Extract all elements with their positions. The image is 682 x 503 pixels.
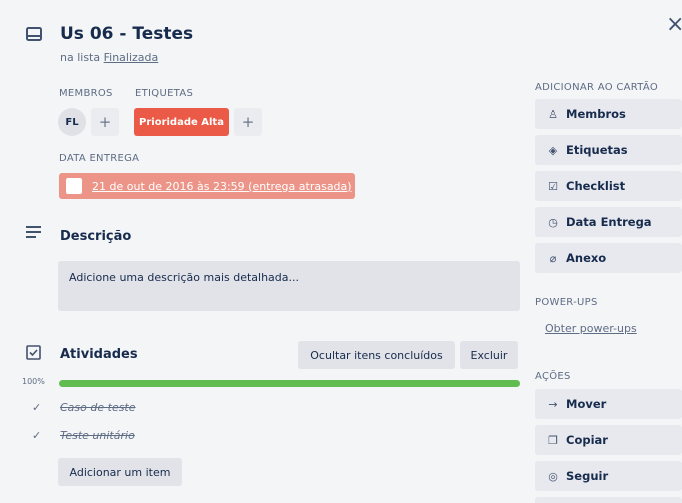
due-complete-checkbox[interactable] bbox=[66, 178, 82, 194]
checklist-icon bbox=[26, 345, 41, 360]
delete-checklist-button[interactable]: Excluir bbox=[460, 341, 518, 369]
avatar[interactable]: FL bbox=[58, 108, 86, 136]
add-to-card-heading: ADICIONAR AO CARTÃO bbox=[535, 82, 659, 93]
description-heading: Descrição bbox=[60, 229, 132, 244]
follow-button-label: Seguir bbox=[566, 469, 609, 483]
attachment-button[interactable]: ⌀ Anexo bbox=[535, 243, 682, 273]
due-date-button-label: Data Entrega bbox=[566, 215, 652, 229]
copy-button-label: Copiar bbox=[566, 433, 608, 447]
follow-button[interactable]: ◎ Seguir bbox=[535, 461, 682, 491]
clock-icon: ◷ bbox=[548, 215, 558, 229]
members-label: MEMBROS bbox=[59, 88, 113, 99]
person-icon: ♙ bbox=[548, 107, 558, 121]
list-link[interactable]: Finalizada bbox=[104, 51, 159, 64]
checklist-heading[interactable]: Atividades bbox=[60, 347, 138, 362]
progress-fill bbox=[59, 380, 520, 387]
progress-bar bbox=[59, 380, 520, 387]
list-info: na lista Finalizada bbox=[60, 51, 158, 64]
list-prefix: na lista bbox=[60, 51, 104, 64]
hide-checked-items-button[interactable]: Ocultar itens concluídos bbox=[298, 341, 455, 369]
labels-button-label: Etiquetas bbox=[566, 143, 628, 157]
paperclip-icon: ⌀ bbox=[549, 251, 557, 265]
description-input[interactable]: Adicione uma descrição mais detalhada... bbox=[58, 261, 520, 311]
arrow-right-icon: → bbox=[548, 397, 558, 411]
move-button[interactable]: → Mover bbox=[535, 389, 682, 419]
copy-icon: ❐ bbox=[548, 433, 558, 447]
add-label-button[interactable]: + bbox=[234, 108, 262, 136]
checklist-button-label: Checklist bbox=[566, 179, 626, 193]
attachment-button-label: Anexo bbox=[566, 251, 607, 265]
copy-button[interactable]: ❐ Copiar bbox=[535, 425, 682, 455]
tag-icon: ◈ bbox=[548, 143, 558, 157]
members-button-label: Membros bbox=[566, 107, 626, 121]
checkbox-icon: ☑ bbox=[548, 179, 558, 193]
label-chip[interactable]: Prioridade Alta bbox=[134, 108, 229, 136]
description-icon bbox=[26, 226, 41, 238]
get-powerups-link[interactable]: Obter power-ups bbox=[545, 322, 637, 335]
next-action-button[interactable] bbox=[535, 497, 682, 503]
close-button[interactable]: × bbox=[666, 14, 682, 36]
checklist-item[interactable]: Caso de teste bbox=[60, 401, 136, 414]
checklist-button[interactable]: ☑ Checklist bbox=[535, 171, 682, 201]
labels-label: ETIQUETAS bbox=[135, 88, 194, 99]
due-date-text[interactable]: 21 de out de 2016 às 23:59 (entrega atra… bbox=[92, 180, 352, 193]
close-icon: × bbox=[666, 12, 682, 37]
due-date-badge[interactable]: 21 de out de 2016 às 23:59 (entrega atra… bbox=[59, 173, 355, 199]
card-title[interactable]: Us 06 - Testes bbox=[60, 24, 193, 44]
progress-percent: 100% bbox=[22, 377, 45, 386]
members-button[interactable]: ♙ Membros bbox=[535, 99, 682, 129]
actions-heading: AÇÕES bbox=[535, 371, 571, 382]
card-icon bbox=[26, 27, 42, 41]
move-button-label: Mover bbox=[566, 397, 607, 411]
powerups-heading: POWER-UPS bbox=[535, 297, 598, 308]
labels-button[interactable]: ◈ Etiquetas bbox=[535, 135, 682, 165]
due-date-button[interactable]: ◷ Data Entrega bbox=[535, 207, 682, 237]
due-label: DATA ENTREGA bbox=[59, 153, 140, 164]
checkmark-icon[interactable]: ✓ bbox=[32, 401, 41, 414]
add-member-button[interactable]: + bbox=[91, 108, 119, 136]
add-checklist-item-button[interactable]: Adicionar um item bbox=[58, 458, 182, 486]
checkmark-icon[interactable]: ✓ bbox=[32, 429, 41, 442]
checklist-item[interactable]: Teste unitário bbox=[60, 429, 135, 442]
eye-icon: ◎ bbox=[548, 469, 558, 483]
